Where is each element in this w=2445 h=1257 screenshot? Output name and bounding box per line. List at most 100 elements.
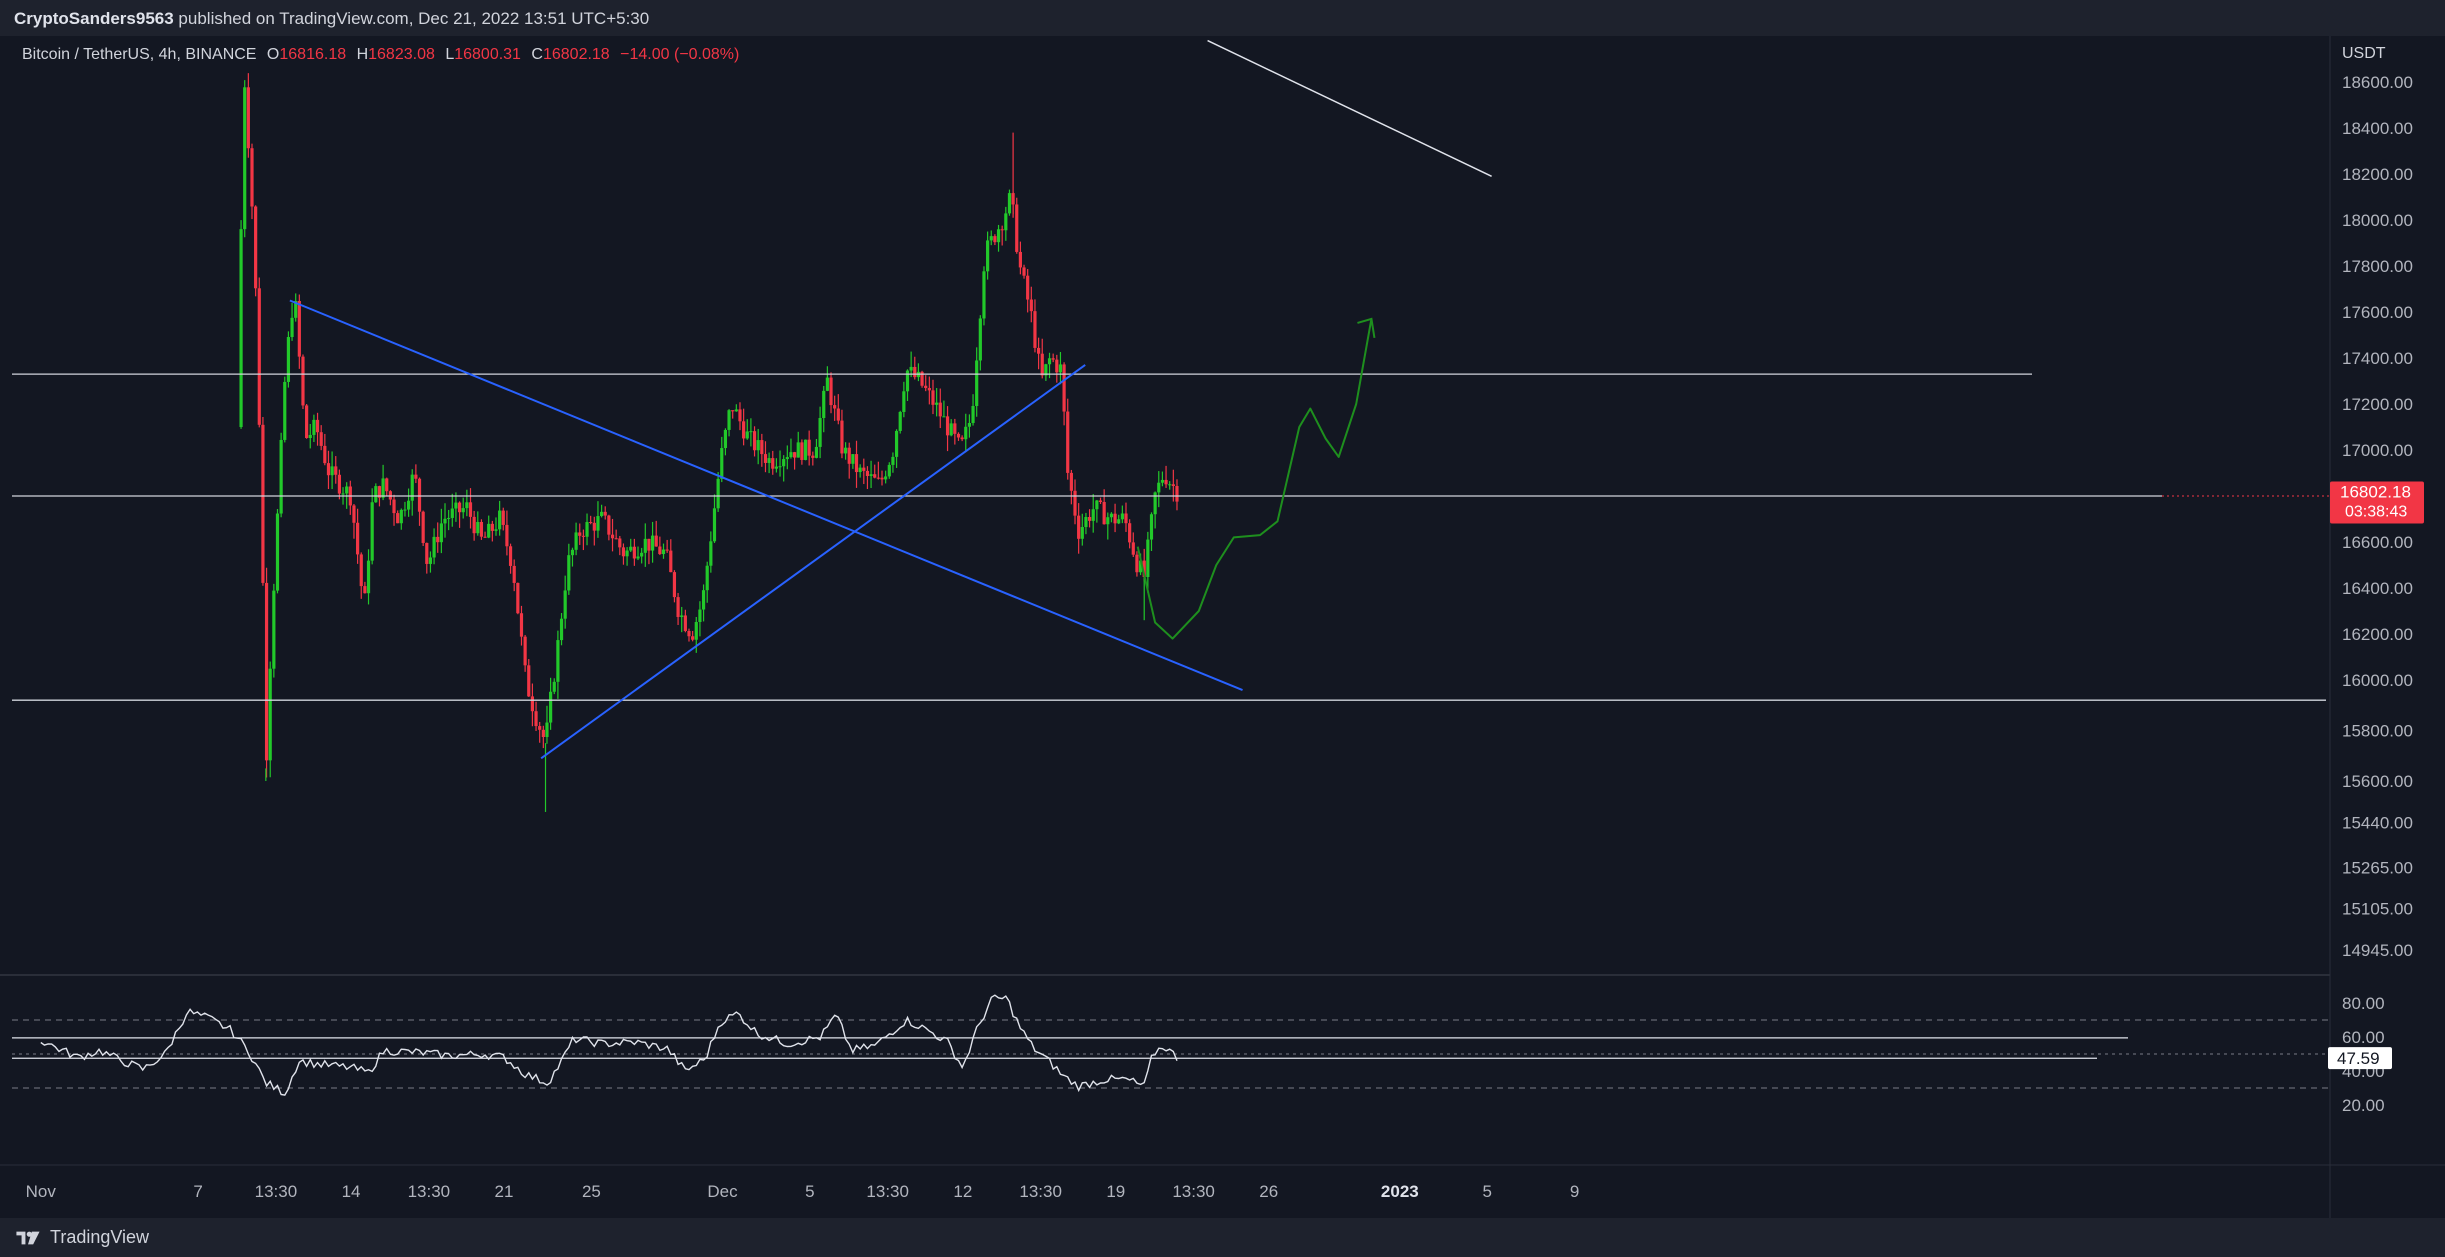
rsi-tick-label: 20.00: [2342, 1096, 2385, 1115]
candle-body: [366, 560, 371, 594]
candle-body: [1120, 513, 1124, 520]
candle-body: [971, 405, 975, 423]
time-tick-label: Dec: [707, 1182, 738, 1201]
time-tick-label: 13:30: [408, 1182, 451, 1201]
candle-body: [323, 445, 327, 464]
candle: [257, 277, 261, 428]
candle-body: [279, 439, 283, 514]
last-price-value: 16802.18: [2340, 482, 2411, 501]
time-tick-label: 9: [1570, 1182, 1579, 1201]
symbol-title[interactable]: Bitcoin / TetherUS, 4h, BINANCE: [22, 46, 256, 63]
candle-body: [742, 421, 746, 439]
candle-body: [421, 511, 425, 543]
high-value: 16823.08: [368, 46, 435, 63]
candle-body: [811, 455, 815, 458]
candle-body: [734, 409, 738, 412]
candle-body: [319, 432, 323, 446]
candle-body: [519, 613, 524, 637]
candle-body: [793, 452, 797, 458]
candle-body: [1117, 519, 1121, 524]
time-tick-label: 25: [582, 1182, 601, 1201]
footer-bar: TradingView: [0, 1218, 2445, 1257]
candle-body: [257, 288, 261, 425]
candle-body: [898, 411, 902, 431]
candle: [898, 410, 902, 434]
candle-body: [1131, 542, 1135, 555]
candle-body: [756, 440, 760, 451]
candle-body: [887, 464, 891, 477]
time-tick-label: 13:30: [866, 1182, 909, 1201]
tradingview-brand[interactable]: TradingView: [14, 1227, 149, 1248]
candle-body: [731, 410, 735, 412]
price-tick-label: 14945.00: [2342, 941, 2413, 960]
candle-body: [782, 459, 786, 467]
candle-body: [680, 615, 684, 617]
candle-body: [833, 405, 837, 409]
candle-body: [396, 513, 400, 524]
candle-body: [610, 534, 615, 539]
candle-body: [1109, 513, 1114, 518]
candle-body: [752, 431, 757, 451]
candle-body: [1087, 517, 1092, 521]
candle-body: [818, 418, 822, 447]
candle-body: [392, 499, 396, 514]
candle-body: [574, 532, 578, 550]
candle-body: [927, 388, 931, 391]
candle: [254, 205, 258, 297]
candle-body: [880, 477, 884, 480]
candle-body: [723, 429, 728, 449]
candle-body: [410, 474, 414, 501]
candle-body: [884, 476, 888, 480]
candle: [305, 403, 309, 439]
low-label: L: [445, 46, 455, 63]
candle-body: [461, 508, 465, 513]
candle-body: [654, 535, 658, 547]
candle-body: [385, 478, 389, 492]
candle-body: [822, 390, 826, 419]
time-tick-label: 5: [805, 1182, 814, 1201]
candle: [283, 376, 287, 443]
candle-body: [254, 206, 258, 289]
candle-body: [1098, 500, 1103, 502]
candle: [279, 432, 283, 518]
rsi-tick-label: 60.00: [2342, 1028, 2385, 1047]
candle-body: [982, 271, 986, 319]
candle-body: [931, 390, 935, 405]
time-tick-label: 26: [1259, 1182, 1278, 1201]
candle-body: [1029, 299, 1033, 312]
candle-body: [352, 505, 356, 523]
candle-body: [494, 529, 498, 531]
candle-body: [1171, 484, 1175, 487]
change-value: −14.00 (−0.08%): [620, 46, 740, 63]
candle-body: [1069, 472, 1073, 491]
candle-body: [1113, 513, 1117, 524]
candle-body: [763, 454, 768, 463]
candle-body: [315, 419, 320, 433]
chart-canvas[interactable]: USDT 18600.00 18400.00 18200.00 18000.00 1780…: [0, 0, 2445, 1218]
candle-body: [865, 470, 870, 476]
candle-body: [661, 549, 666, 555]
time-tick-label: 2023: [1381, 1182, 1419, 1201]
candle-body: [406, 500, 411, 510]
candle-body: [447, 517, 451, 519]
price-tick-label: 16200.00: [2342, 625, 2413, 644]
candle-body: [534, 711, 538, 727]
candle-body: [1058, 364, 1063, 373]
rsi-tick-label: 80.00: [2342, 994, 2385, 1013]
close-label: C: [531, 46, 543, 63]
candle-body: [1077, 515, 1081, 539]
time-tick-label: 13:30: [1172, 1182, 1215, 1201]
price-tick-label: 18400.00: [2342, 119, 2413, 138]
candle-body: [341, 493, 345, 495]
tradingview-logo-icon: [16, 1231, 40, 1244]
candle: [243, 80, 247, 238]
candle-body: [1128, 523, 1132, 543]
low-value: 16800.31: [454, 46, 521, 63]
candle-body: [505, 524, 509, 547]
candle-body: [589, 522, 593, 524]
candle-body: [709, 541, 713, 566]
candle-body: [563, 590, 567, 619]
time-tick-label: 13:30: [1019, 1182, 1062, 1201]
candle-body: [1168, 484, 1172, 486]
candle-body: [621, 547, 626, 557]
